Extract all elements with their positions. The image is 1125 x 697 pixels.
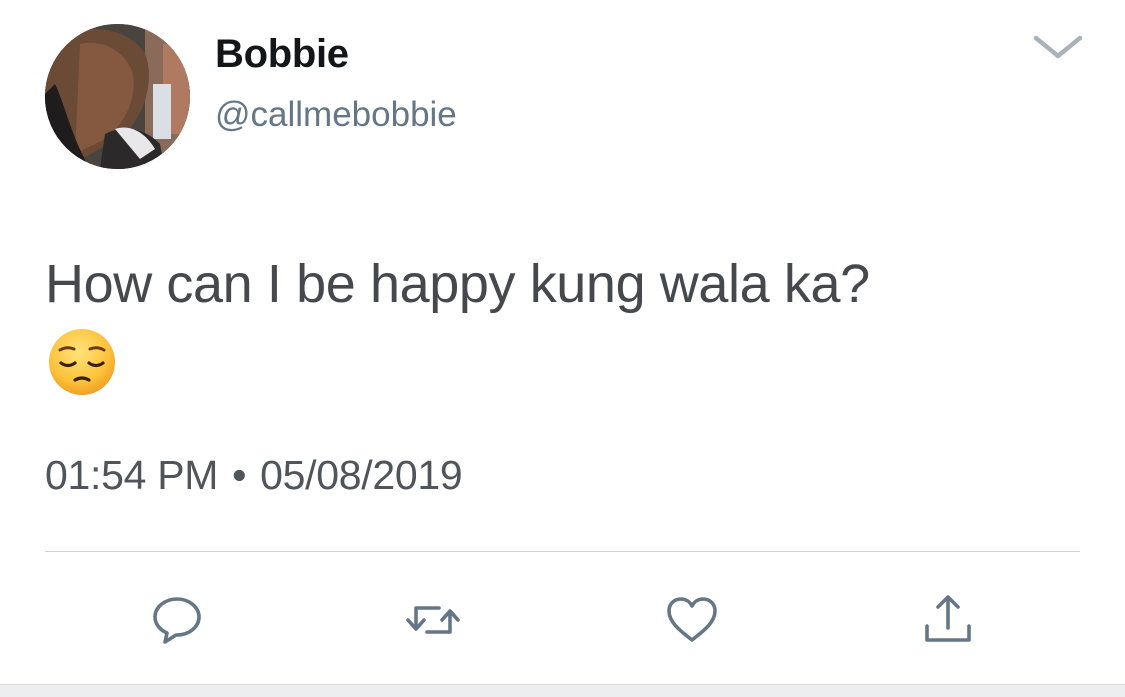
reply-button[interactable] xyxy=(147,590,207,650)
tweet-time: 01:54 PM xyxy=(45,452,219,498)
timestamp-separator: • xyxy=(232,452,247,498)
tweet-text: How can I be happy kung wala ka? xyxy=(45,254,870,314)
like-button[interactable] xyxy=(662,590,722,650)
avatar[interactable] xyxy=(45,24,190,169)
user-handle[interactable]: @callmebobbie xyxy=(215,95,457,135)
chevron-down-icon[interactable] xyxy=(1030,28,1086,64)
retweet-button[interactable] xyxy=(403,590,463,650)
heart-icon xyxy=(667,597,717,642)
retweet-icon xyxy=(406,606,460,634)
reply-icon xyxy=(153,597,201,644)
tweet-date: 05/08/2019 xyxy=(260,452,463,498)
tweet-card: Bobbie @callmebobbie How can I be happy … xyxy=(0,0,1125,684)
share-icon xyxy=(925,595,971,642)
tweet-timestamp[interactable]: 01:54 PM • 05/08/2019 xyxy=(45,452,463,499)
pensive-face-icon xyxy=(46,326,118,398)
avatar-photo xyxy=(45,24,190,169)
divider xyxy=(45,551,1080,552)
display-name[interactable]: Bobbie xyxy=(215,32,349,77)
share-button[interactable] xyxy=(918,590,978,650)
bottom-bar xyxy=(0,684,1125,697)
